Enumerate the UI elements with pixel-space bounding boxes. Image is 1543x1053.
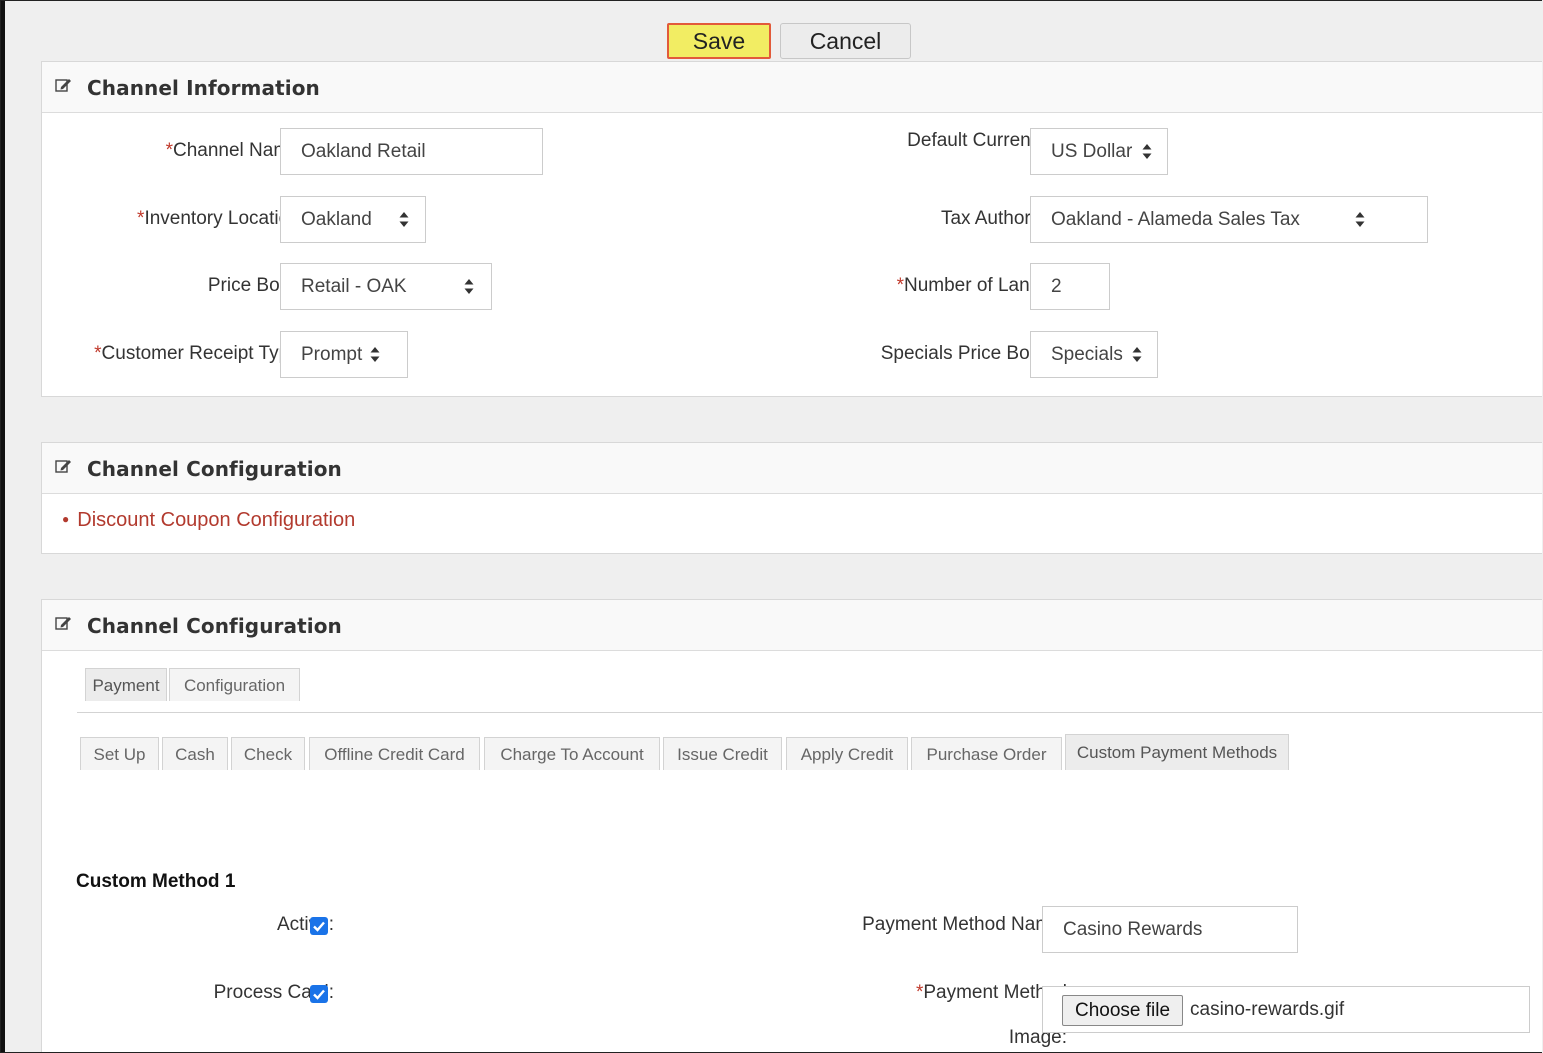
tab-charge-to-account[interactable]: Charge To Account: [484, 737, 660, 770]
channel-information-panel: Channel Information *Channel Name: Oakla…: [41, 61, 1542, 397]
channel-configuration-panel: Channel Configuration ● Discount Coupon C…: [41, 442, 1542, 554]
cancel-button[interactable]: Cancel: [780, 23, 911, 59]
tab-set-up[interactable]: Set Up: [80, 737, 159, 770]
tab-configuration[interactable]: Configuration: [169, 668, 300, 701]
panel-title: Channel Configuration: [87, 614, 342, 638]
sort-caret-icon: [1132, 347, 1142, 362]
specials-price-book-select[interactable]: Specials: [1030, 331, 1158, 378]
tab-purchase-order[interactable]: Purchase Order: [911, 737, 1062, 770]
payment-method-name-label: Payment Method Name:: [862, 914, 1067, 935]
sort-caret-icon: [1355, 212, 1365, 227]
sort-caret-icon: [399, 212, 409, 227]
panel-header: Channel Information: [42, 62, 1542, 113]
check-icon: [313, 989, 325, 1000]
sort-caret-icon: [370, 347, 380, 362]
specials-price-book-label: Specials Price Book:: [880, 343, 1055, 364]
save-button[interactable]: Save: [667, 23, 771, 59]
custom-method-title: Custom Method 1: [76, 871, 236, 892]
sort-caret-icon: [1142, 144, 1152, 159]
check-icon: [313, 921, 325, 932]
customer-receipt-type-select[interactable]: Prompt: [280, 331, 408, 378]
payment-configuration-panel: Channel Configuration Payment Configurat…: [41, 599, 1542, 1052]
tab-issue-credit[interactable]: Issue Credit: [663, 737, 782, 770]
panel-header: Channel Configuration: [42, 600, 1542, 651]
tax-authority-select[interactable]: Oakland - Alameda Sales Tax: [1030, 196, 1428, 243]
process-card-checkbox[interactable]: [310, 985, 328, 1003]
tab-cash[interactable]: Cash: [162, 737, 228, 770]
sort-caret-icon: [464, 279, 474, 294]
edit-icon: [55, 617, 71, 630]
panel-title: Channel Information: [87, 76, 320, 100]
customer-receipt-type-label: *Customer Receipt Type:: [94, 343, 305, 364]
price-book-select[interactable]: Retail - OAK: [280, 263, 492, 310]
active-checkbox[interactable]: [310, 917, 328, 935]
tab-payment[interactable]: Payment: [85, 668, 167, 701]
edit-icon: [55, 79, 71, 92]
app-window: Save Cancel Channel Information *Channel…: [0, 0, 1542, 1053]
payment-method-image-file: Choose file casino-rewards.gif: [1042, 986, 1530, 1033]
panel-header: Channel Configuration: [42, 443, 1542, 494]
file-name: casino-rewards.gif: [1190, 999, 1345, 1020]
panel-title: Channel Configuration: [87, 457, 342, 481]
tab-custom-payment-methods[interactable]: Custom Payment Methods: [1065, 734, 1289, 770]
discount-coupon-configuration-link[interactable]: ● Discount Coupon Configuration: [62, 509, 355, 532]
payment-method-name-input[interactable]: Casino Rewards: [1042, 906, 1298, 953]
number-of-lanes-input[interactable]: 2: [1030, 263, 1110, 310]
default-currency-select[interactable]: US Dollar: [1030, 128, 1168, 175]
tab-offline-credit-card[interactable]: Offline Credit Card: [309, 737, 480, 770]
tab-check[interactable]: Check: [231, 737, 305, 770]
inventory-location-select[interactable]: Oakland: [280, 196, 426, 243]
channel-name-input[interactable]: Oakland Retail: [280, 128, 543, 175]
edit-icon: [55, 460, 71, 473]
tab-divider: [77, 712, 1542, 713]
choose-file-button[interactable]: Choose file: [1062, 995, 1183, 1026]
tab-apply-credit[interactable]: Apply Credit: [786, 737, 908, 770]
